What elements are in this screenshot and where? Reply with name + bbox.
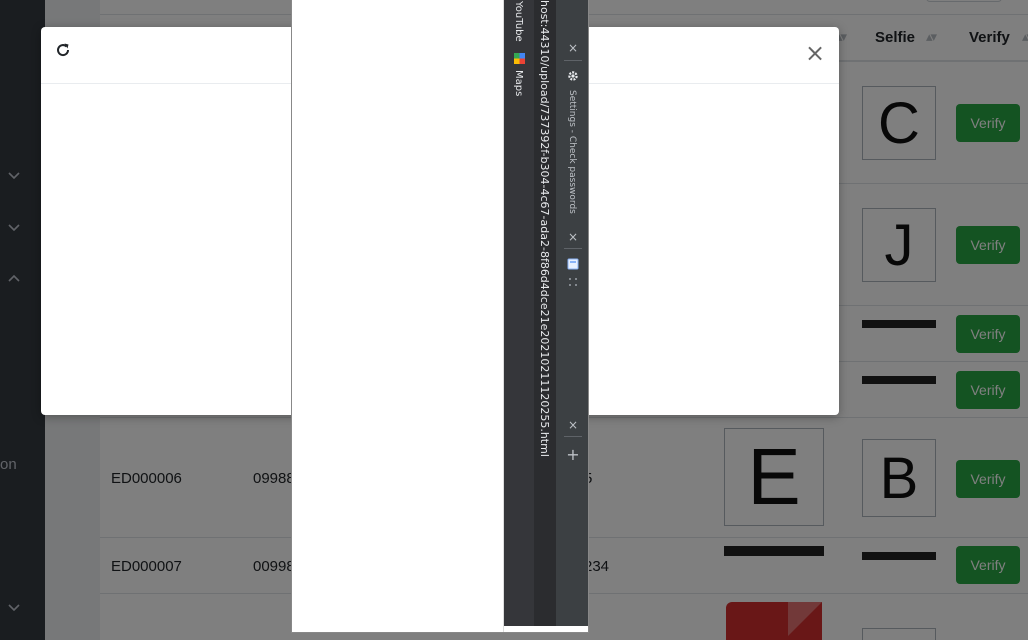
close-button[interactable]: ×: [805, 41, 825, 65]
tab-divider: [564, 60, 582, 61]
refresh-icon[interactable]: [55, 42, 71, 58]
tab-settings[interactable]: Settings - Check passwords: [567, 90, 577, 214]
bookmarks-bar: YouTube Maps: [504, 0, 534, 626]
tab-close-button[interactable]: ×: [567, 42, 579, 54]
address-bar[interactable]: host:44310/upload/737392f-b304-4c67-ada2…: [534, 0, 556, 626]
loading-icon: [569, 278, 577, 286]
tab-close-button[interactable]: ×: [567, 419, 579, 431]
gear-icon: [568, 71, 578, 81]
tab-strip: × Settings - Check passwords × × +: [556, 0, 588, 626]
tab-close-button[interactable]: ×: [567, 231, 579, 243]
tab-divider: [564, 248, 582, 249]
tab-divider: [564, 436, 582, 437]
maps-icon: [514, 53, 525, 64]
bookmark-maps[interactable]: Maps: [513, 70, 524, 96]
window-edge: [504, 626, 588, 632]
page-viewport: [292, 0, 504, 632]
page-icon: [567, 258, 579, 270]
browser-window: YouTube Maps host:44310/upload/737392f-b…: [291, 0, 589, 633]
new-tab-button[interactable]: +: [566, 447, 580, 463]
url-text[interactable]: host:44310/upload/737392f-b304-4c67-ada2…: [538, 0, 551, 457]
bookmark-youtube[interactable]: YouTube: [513, 1, 524, 42]
